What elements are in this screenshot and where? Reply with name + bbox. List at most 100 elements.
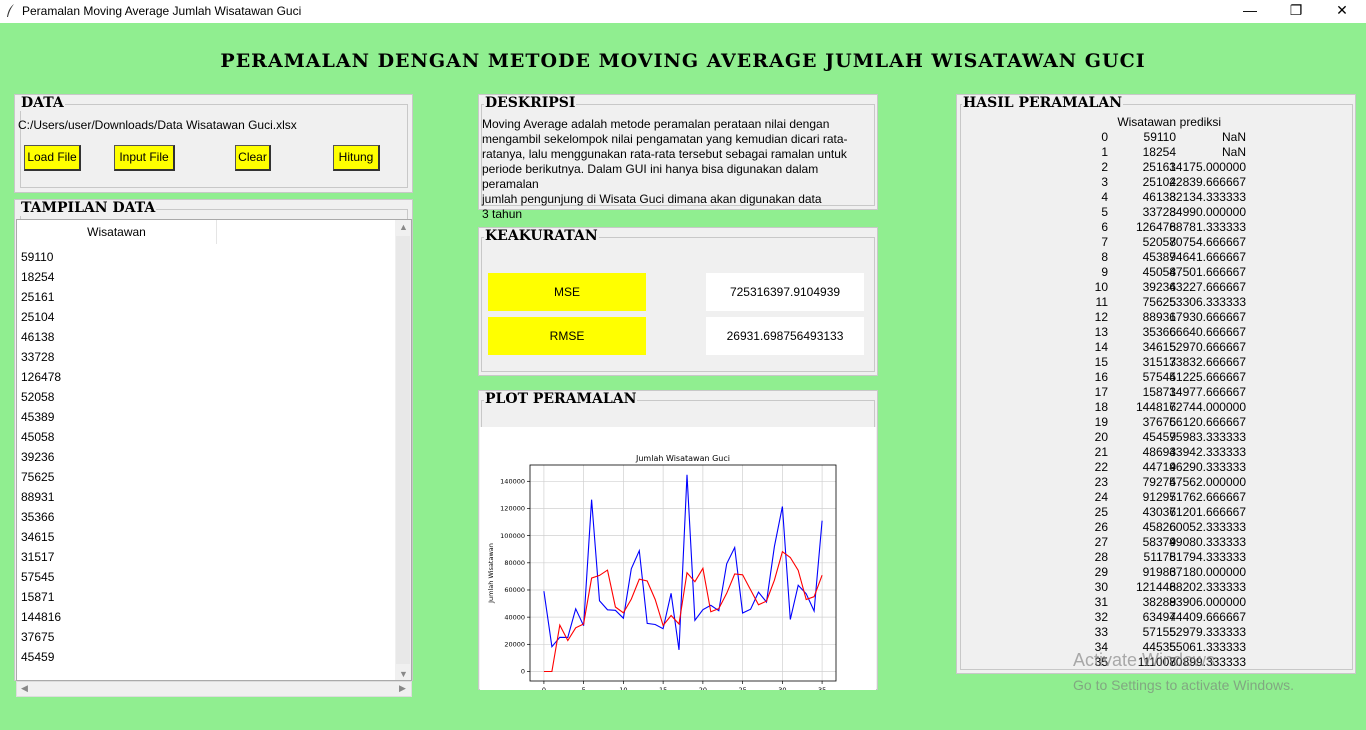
- list-item[interactable]: 33728: [21, 347, 61, 367]
- result-index: 8: [1101, 250, 1108, 264]
- result-row: 20 45459 75983.333333: [960, 430, 1354, 445]
- list-item[interactable]: 34615: [21, 527, 61, 547]
- result-prediksi: 70754.666667: [1169, 235, 1246, 249]
- result-prediksi: 68781.333333: [1169, 220, 1246, 234]
- list-item[interactable]: 45389: [21, 407, 61, 427]
- scroll-thumb[interactable]: [396, 236, 410, 664]
- result-row: 3 25104 22839.666667: [960, 175, 1354, 190]
- result-index: 13: [1094, 325, 1108, 339]
- result-row: 31 38289 83906.000000: [960, 595, 1354, 610]
- result-prediksi: 43227.666667: [1169, 280, 1246, 294]
- list-item[interactable]: 31517: [21, 547, 61, 567]
- x-tick-label: 25: [738, 686, 746, 690]
- result-header-prediksi: prediksi: [1179, 115, 1221, 129]
- activation-watermark-subtitle: Go to Settings to activate Windows.: [1073, 677, 1294, 693]
- list-item[interactable]: 37675: [21, 627, 61, 647]
- close-button[interactable]: ✕: [1319, 0, 1365, 23]
- list-item[interactable]: 18254: [21, 267, 61, 287]
- y-tick-label: 40000: [504, 613, 525, 621]
- load-file-button[interactable]: Load File: [24, 145, 81, 171]
- list-item[interactable]: 57545: [21, 567, 61, 587]
- result-index: 11: [1095, 295, 1108, 309]
- list-item[interactable]: 46138: [21, 327, 61, 347]
- data-rows: 59110 18254 25161 25104 46138 33728 126478 5205…: [21, 247, 61, 667]
- result-row: 7 52058 70754.666667: [960, 235, 1354, 250]
- result-index: 30: [1094, 580, 1108, 594]
- result-prediksi: 52970.666667: [1169, 340, 1246, 354]
- list-item[interactable]: 25161: [21, 287, 61, 307]
- result-row: 16 57545 41225.666667: [960, 370, 1354, 385]
- result-index: 1: [1101, 145, 1108, 159]
- column-header-wisatawan[interactable]: Wisatawan: [17, 220, 217, 244]
- list-item[interactable]: 15871: [21, 587, 61, 607]
- result-prediksi: 71201.666667: [1169, 505, 1246, 519]
- list-item[interactable]: 59110: [21, 247, 61, 267]
- list-item[interactable]: 52058: [21, 387, 61, 407]
- list-item[interactable]: 126478: [21, 367, 61, 387]
- result-index: 27: [1094, 535, 1108, 549]
- result-prediksi: 53306.333333: [1169, 295, 1246, 309]
- list-item[interactable]: 45058: [21, 427, 61, 447]
- result-index: 0: [1101, 130, 1108, 144]
- list-item[interactable]: 25104: [21, 307, 61, 327]
- result-index: 28: [1094, 550, 1108, 564]
- data-panel: [14, 94, 413, 193]
- result-prediksi: 66640.666667: [1169, 325, 1246, 339]
- rmse-value: 26931.698756493133: [706, 317, 864, 355]
- page-title: PERAMALAN DENGAN METODE MOVING AVERAGE J…: [220, 50, 1146, 72]
- result-index: 7: [1101, 235, 1108, 249]
- deskripsi-panel-legend: DESKRIPSI: [484, 95, 577, 111]
- data-treeview[interactable]: Wisatawan 59110 18254 25161 25104 46138 33728…: [16, 219, 412, 681]
- result-prediksi: 34175.000000: [1169, 160, 1246, 174]
- result-index: 18: [1094, 400, 1108, 414]
- y-tick-label: 140000: [500, 478, 525, 486]
- result-row: 5 33728 34990.000000: [960, 205, 1354, 220]
- hitung-button[interactable]: Hitung: [333, 145, 380, 171]
- y-tick-label: 80000: [504, 559, 525, 567]
- vertical-scrollbar[interactable]: ▲ ▼: [395, 220, 411, 680]
- scroll-down-icon[interactable]: ▼: [399, 669, 408, 679]
- list-item[interactable]: 75625: [21, 467, 61, 487]
- result-row: 19 37675 66120.666667: [960, 415, 1354, 430]
- result-index: 16: [1094, 370, 1108, 384]
- result-header-row: Wisatawan prediksi: [960, 115, 1354, 130]
- input-file-button[interactable]: Input File: [114, 145, 175, 171]
- list-item[interactable]: 35366: [21, 507, 61, 527]
- result-row: 11 75625 53306.333333: [960, 295, 1354, 310]
- result-index: 20: [1094, 430, 1108, 444]
- scroll-left-icon[interactable]: ◀: [21, 683, 28, 694]
- result-index: 31: [1094, 595, 1108, 609]
- result-prediksi: 57562.000000: [1169, 475, 1246, 489]
- keakuratan-panel-legend: KEAKURATAN: [484, 228, 599, 244]
- horizontal-scrollbar[interactable]: ◀ ▶: [16, 681, 412, 697]
- result-row: 17 15871 34977.666667: [960, 385, 1354, 400]
- result-row: 24 91295 71762.666667: [960, 490, 1354, 505]
- result-wisatawan: 59110: [1143, 130, 1176, 144]
- result-row: 21 48693 43942.333333: [960, 445, 1354, 460]
- result-prediksi: 67180.000000: [1169, 565, 1246, 579]
- rmse-label: RMSE: [488, 317, 646, 355]
- result-row: 33 57155 52979.333333: [960, 625, 1354, 640]
- description-line: jumlah pengunjung di Wisata Guci dimana …: [482, 192, 822, 206]
- mse-label: MSE: [488, 273, 646, 311]
- result-index: 5: [1101, 205, 1108, 219]
- list-item[interactable]: 88931: [21, 487, 61, 507]
- result-row: 1 18254 NaN: [960, 145, 1354, 160]
- chart-title: Jumlah Wisatawan Guci: [635, 454, 730, 463]
- series-line-0: [543, 474, 823, 650]
- minimize-button[interactable]: —: [1227, 0, 1273, 23]
- scroll-up-icon[interactable]: ▲: [399, 222, 408, 232]
- result-index: 24: [1094, 490, 1108, 504]
- description-line: ratanya, lalu menggunakan rata-rata ters…: [482, 147, 847, 161]
- result-row: 23 79274 57562.000000: [960, 475, 1354, 490]
- list-item[interactable]: 39236: [21, 447, 61, 467]
- maximize-button[interactable]: ❐: [1273, 0, 1319, 23]
- scroll-right-icon[interactable]: ▶: [399, 683, 406, 694]
- list-item[interactable]: 144816: [21, 607, 61, 627]
- x-tick-label: 5: [582, 686, 586, 690]
- result-wisatawan: 18254: [1142, 145, 1176, 159]
- clear-button[interactable]: Clear: [235, 145, 271, 171]
- result-header-wisatawan: Wisatawan: [1117, 115, 1176, 129]
- list-item[interactable]: 45459: [21, 647, 61, 667]
- result-prediksi: 67930.666667: [1169, 310, 1246, 324]
